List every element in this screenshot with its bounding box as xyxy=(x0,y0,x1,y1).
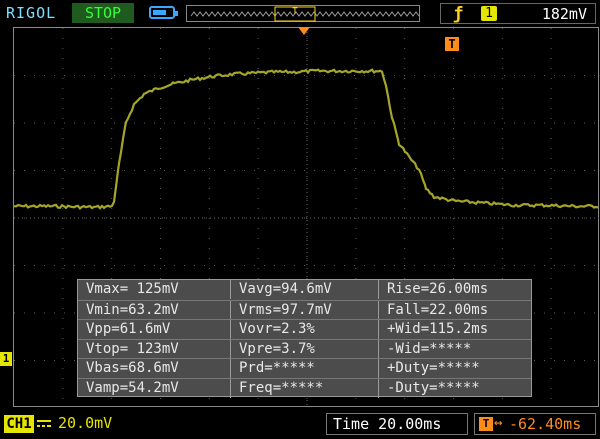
measurement-value: Vtop= 123mV xyxy=(86,340,179,357)
memory-depth-strip: T xyxy=(186,5,420,22)
measurement-value: Prd=***** xyxy=(230,359,378,378)
battery-icon xyxy=(149,6,178,19)
volts-per-div[interactable]: 20.0mV xyxy=(58,414,112,432)
measurement-value: Freq=***** xyxy=(230,378,378,398)
measurement-value: Rise=26.00ms xyxy=(378,280,531,299)
measurement-row: Vmin=63.2mV Vrms=97.7mV Fall=22.00ms xyxy=(78,299,531,320)
measurement-value: -Duty=***** xyxy=(378,378,531,398)
trigger-offset[interactable]: T ↔ -62.40ms xyxy=(474,413,596,435)
trigger-level: 182mV xyxy=(541,5,587,23)
channel1-waveform xyxy=(14,68,599,210)
measurement-value: Fall=22.00ms xyxy=(378,300,531,320)
measurement-value: Vbas=68.6mV xyxy=(86,360,179,376)
rising-edge-icon: ƒ xyxy=(453,4,464,24)
measurement-value: Vmax= 125mV xyxy=(86,281,179,297)
measurement-row: Vpp=61.6mV Vovr=2.3% +Wid=115.2ms xyxy=(78,319,531,339)
measurement-value: -Wid=***** xyxy=(378,339,531,359)
run-stop-status[interactable]: STOP xyxy=(72,3,134,23)
trigger-settings[interactable]: ƒ 1 182mV xyxy=(440,3,596,24)
measurement-value: +Wid=115.2ms xyxy=(378,320,531,339)
dc-coupling-icon xyxy=(37,420,51,427)
measurement-value: Vamp=54.2mV xyxy=(86,379,179,396)
offset-arrow-icon: ↔ xyxy=(494,415,503,431)
measurement-value: +Duty=***** xyxy=(378,359,531,378)
battery-fill xyxy=(153,10,166,15)
trigger-source-badge: 1 xyxy=(481,6,497,21)
timebase[interactable]: Time 20.00ms xyxy=(326,413,468,435)
top-status-bar: RIGOL STOP T ƒ 1 182mV xyxy=(0,0,600,26)
brand-logo: RIGOL xyxy=(6,4,57,22)
svg-text:T: T xyxy=(292,7,298,17)
measurement-value: Vmin=63.2mV xyxy=(86,301,179,318)
channel1-ground-marker-icon[interactable]: 1 xyxy=(0,352,12,366)
measurement-value: Vpp=61.6mV xyxy=(86,321,171,337)
trigger-position-marker-icon[interactable] xyxy=(298,27,310,35)
measurement-value: Vovr=2.3% xyxy=(230,320,378,339)
measurement-row: Vmax= 125mV Vavg=94.6mV Rise=26.00ms xyxy=(78,280,531,299)
measurement-panel: Vmax= 125mV Vavg=94.6mV Rise=26.00ms Vmin=6… xyxy=(77,279,532,398)
channel1-label[interactable]: CH1 xyxy=(4,415,34,433)
trigger-offset-icon: T xyxy=(479,417,493,431)
bottom-status-bar: CH1 20.0mV Time 20.00ms T ↔ -62.40ms xyxy=(0,410,600,439)
measurement-row: Vbas=68.6mV Prd=***** +Duty=***** xyxy=(78,358,531,378)
measurement-value: Vrms=97.7mV xyxy=(230,300,378,320)
measurement-row: Vamp=54.2mV Freq=***** -Duty=***** xyxy=(78,377,531,398)
trigger-offset-value: -62.40ms xyxy=(509,415,582,433)
trigger-time-marker-icon[interactable]: T xyxy=(445,37,459,51)
measurement-row: Vtop= 123mV Vpre=3.7% -Wid=***** xyxy=(78,338,531,359)
measurement-value: Vavg=94.6mV xyxy=(230,280,378,299)
measurement-value: Vpre=3.7% xyxy=(230,339,378,359)
